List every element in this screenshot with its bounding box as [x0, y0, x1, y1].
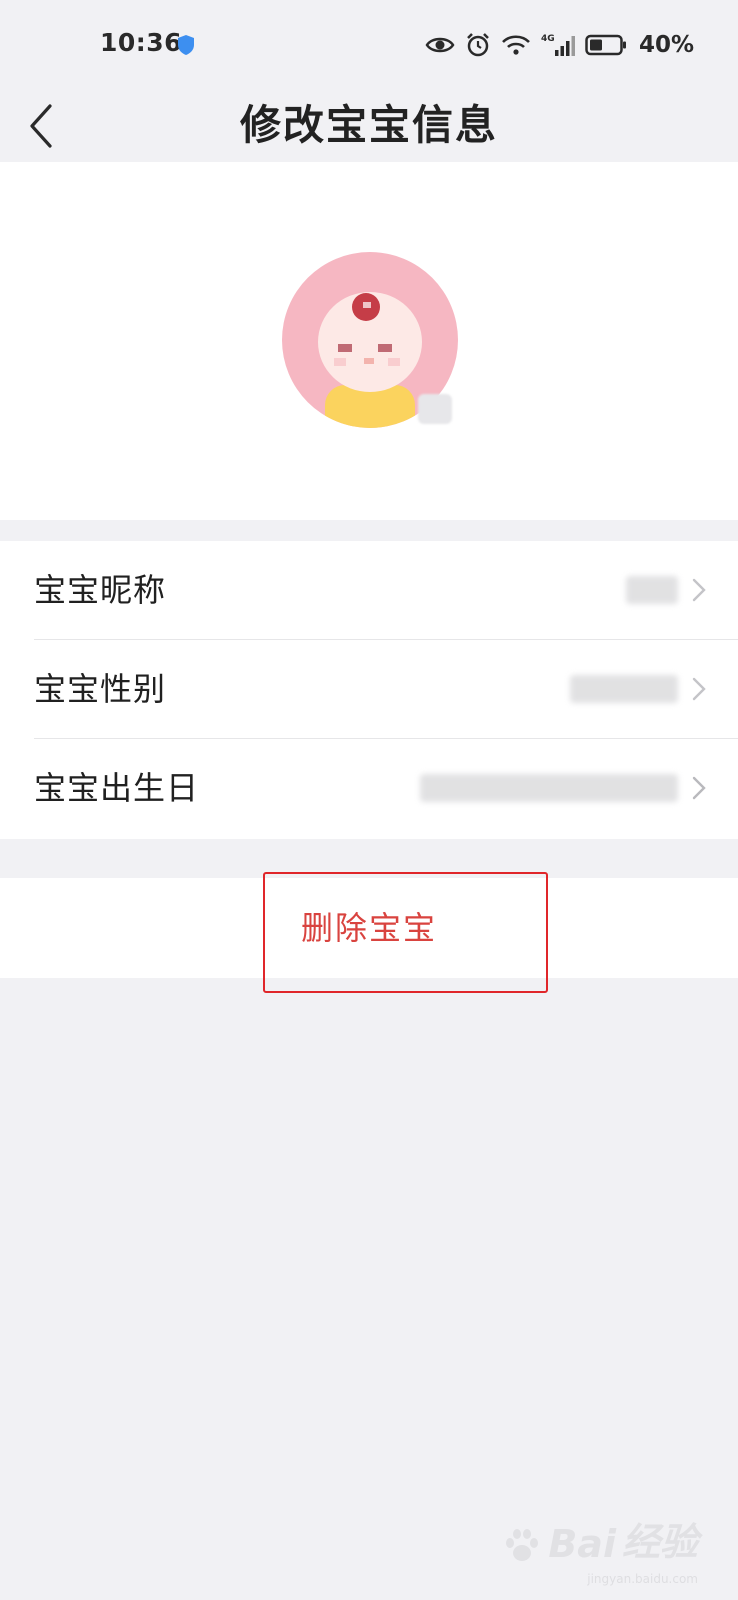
avatar-section — [0, 162, 738, 520]
gender-label: 宝宝性别 — [34, 670, 167, 708]
nickname-label: 宝宝昵称 — [34, 571, 167, 609]
baby-info-list: 宝宝昵称 宝宝性别 宝宝出生日 — [0, 541, 738, 839]
chevron-right-icon — [692, 578, 706, 602]
gender-row[interactable]: 宝宝性别 — [0, 640, 738, 738]
status-time: 10:36 — [100, 28, 183, 57]
eye-icon — [425, 37, 455, 53]
delete-baby-button[interactable]: 删除宝宝 — [0, 878, 738, 978]
wifi-icon — [502, 35, 530, 55]
signal-4g-icon: 4G — [541, 34, 575, 56]
alarm-icon — [467, 33, 489, 57]
nickname-row[interactable]: 宝宝昵称 — [0, 541, 738, 639]
shield-icon — [178, 35, 194, 55]
watermark-url: jingyan.baidu.com — [587, 1572, 698, 1586]
status-icons: 4G 40% — [425, 30, 694, 60]
svg-text:4G: 4G — [541, 34, 555, 44]
watermark-brand: Bai — [548, 1522, 616, 1566]
status-bar: 10:36 4G 40% — [0, 0, 738, 90]
birthday-value-blurred — [420, 774, 678, 802]
delete-section: 删除宝宝 — [0, 878, 738, 978]
chevron-right-icon — [692, 677, 706, 701]
birthday-label: 宝宝出生日 — [34, 769, 200, 807]
birthday-row[interactable]: 宝宝出生日 — [0, 739, 738, 837]
chevron-right-icon — [692, 776, 706, 800]
nickname-value-blurred — [626, 576, 678, 604]
battery-percentage: 40% — [638, 32, 694, 58]
page-title: 修改宝宝信息 — [240, 101, 498, 149]
battery-icon — [585, 34, 626, 56]
watermark-suffix: 经验 — [621, 1520, 698, 1564]
gender-value-blurred — [570, 675, 678, 703]
camera-badge-icon — [418, 394, 452, 424]
paw-icon — [506, 1529, 539, 1561]
baidu-watermark: Bai 经验 jingyan.baidu.com — [502, 1511, 698, 1586]
nav-bar: 修改宝宝信息 — [0, 90, 738, 162]
